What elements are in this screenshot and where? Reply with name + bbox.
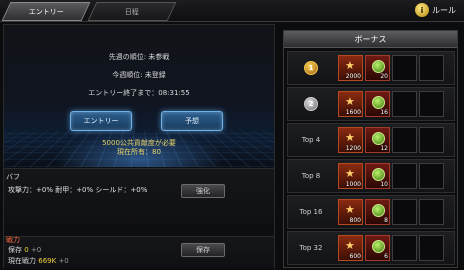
coin-icon [372, 168, 385, 181]
reward-coin-qty: 12 [380, 145, 388, 152]
power-section: 戦力 保存 0 +0 現在戦力 669K +0 保存 [4, 236, 274, 268]
reward-coin-slot[interactable]: 10 [365, 163, 390, 189]
crate-icon: ★ [345, 167, 355, 180]
reward-item-slot[interactable]: ★ 1200 [338, 127, 363, 153]
tab-history[interactable]: 日程 [87, 2, 177, 21]
bonus-panel: ボーナス 1 ★ 2000 20 2 ★ 1600 16 Top 4 ★ 1200 12 Top 8 ★ 1… [283, 30, 458, 268]
entry-button[interactable]: エントリー [70, 111, 132, 131]
bonus-rank-label: Top 8 [301, 172, 321, 180]
tab-history-label: 日程 [125, 7, 139, 16]
saved-delta: +0 [30, 246, 42, 254]
save-button[interactable]: 保存 [181, 243, 225, 257]
hero-area: 先週の順位: 未参戦 今週順位: 未登録 エントリー終了まで：08:31:55 … [4, 25, 274, 167]
prediction-button[interactable]: 予想 [161, 111, 223, 131]
bonus-rank: Top 16 [288, 196, 334, 228]
reward-item-slot[interactable]: ★ 800 [338, 199, 363, 225]
reward-item-qty: 600 [349, 253, 361, 260]
silver-medal-icon: 2 [304, 97, 318, 111]
rules-button[interactable]: i ルール [415, 3, 456, 17]
crate-icon: ★ [345, 239, 355, 252]
saved-power-row: 保存 0 +0 [8, 245, 41, 255]
reward-item-slot[interactable]: ★ 2000 [338, 55, 363, 81]
empty-reward-slot [392, 235, 417, 261]
crate-icon: ★ [345, 203, 355, 216]
reward-coin-slot[interactable]: 6 [365, 235, 390, 261]
current-power-value: 669K [38, 257, 57, 265]
coin-icon [372, 204, 385, 217]
entry-timer: エントリー終了まで：08:31:55 [88, 89, 190, 97]
saved-label: 保存 [8, 246, 22, 254]
crate-icon: ★ [345, 131, 355, 144]
bonus-rank-label: Top 4 [301, 136, 321, 144]
bonus-title: ボーナス [284, 31, 457, 48]
empty-reward-slot [419, 127, 444, 153]
empty-reward-slot [419, 199, 444, 225]
bonus-row: Top 32 ★ 600 6 [287, 231, 455, 265]
current-rank-text: 今週順位: 未登録 [112, 71, 166, 79]
enhance-button[interactable]: 強化 [181, 184, 225, 198]
reward-item-qty: 800 [349, 217, 361, 224]
reward-coin-qty: 8 [384, 217, 388, 224]
reward-item-qty: 1600 [345, 109, 361, 116]
bonus-rank: Top 4 [288, 124, 334, 156]
coin-icon [372, 240, 385, 253]
coin-icon [372, 132, 385, 145]
info-icon: i [415, 3, 429, 17]
reward-coin-slot[interactable]: 12 [365, 127, 390, 153]
coin-icon [372, 60, 385, 73]
empty-reward-slot [419, 91, 444, 117]
rules-label: ルール [432, 5, 456, 15]
buff-section: バフ 攻撃力：+0% 耐甲：+0% シールド：+0% 強化 [4, 168, 274, 224]
empty-reward-slot [392, 55, 417, 81]
reward-item-qty: 2000 [345, 73, 361, 80]
bonus-rank-label: Top 16 [299, 208, 323, 216]
empty-reward-slot [392, 91, 417, 117]
empty-reward-slot [419, 163, 444, 189]
crate-icon: ★ [345, 59, 355, 72]
current-power-label: 現在戦力 [8, 257, 36, 265]
buff-title: バフ [6, 173, 20, 181]
bonus-rank-label: Top 32 [299, 244, 323, 252]
reward-item-qty: 1200 [345, 145, 361, 152]
bonus-rank: Top 32 [288, 232, 334, 264]
reward-coin-qty: 16 [380, 109, 388, 116]
bonus-row: Top 4 ★ 1200 12 [287, 123, 455, 157]
reward-coin-slot[interactable]: 16 [365, 91, 390, 117]
saved-value: 0 [24, 246, 29, 254]
previous-rank-text: 先週の順位: 未参戦 [108, 53, 170, 61]
current-power-delta: +0 [58, 257, 69, 265]
buff-stats: 攻撃力：+0% 耐甲：+0% シールド：+0% [8, 186, 148, 194]
gold-medal-icon: 1 [304, 61, 318, 75]
coin-icon [372, 96, 385, 109]
tab-bar: エントリー 日程 i ルール [0, 0, 464, 22]
owned-text: 現在所有：80 [117, 148, 161, 156]
bonus-rank: 2 [288, 88, 334, 120]
reward-item-slot[interactable]: ★ 1000 [338, 163, 363, 189]
empty-reward-slot [419, 55, 444, 81]
reward-item-qty: 1000 [345, 181, 361, 188]
reward-coin-slot[interactable]: 8 [365, 199, 390, 225]
empty-reward-slot [392, 163, 417, 189]
crate-icon: ★ [345, 95, 355, 108]
tab-entry[interactable]: エントリー [1, 2, 91, 21]
current-power-row: 現在戦力 669K +0 [8, 256, 69, 266]
bonus-row: Top 8 ★ 1000 10 [287, 159, 455, 193]
bonus-row: 1 ★ 2000 20 [287, 51, 455, 85]
empty-reward-slot [419, 235, 444, 261]
power-title: 戦力 [6, 236, 20, 244]
reward-coin-qty: 10 [380, 181, 388, 188]
reward-coin-slot[interactable]: 20 [365, 55, 390, 81]
tab-entry-label: エントリー [28, 7, 64, 16]
reward-item-slot[interactable]: ★ 600 [338, 235, 363, 261]
bonus-rank: Top 8 [288, 160, 334, 192]
bonus-row: 2 ★ 1600 16 [287, 87, 455, 121]
bonus-rank: 1 [288, 52, 334, 84]
entry-panel: 先週の順位: 未参戦 今週順位: 未登録 エントリー終了まで：08:31:55 … [3, 24, 275, 268]
reward-item-slot[interactable]: ★ 1600 [338, 91, 363, 117]
reward-coin-qty: 20 [380, 73, 388, 80]
empty-reward-slot [392, 127, 417, 153]
bonus-row: Top 16 ★ 800 8 [287, 195, 455, 229]
reward-coin-qty: 6 [384, 253, 388, 260]
empty-reward-slot [392, 199, 417, 225]
